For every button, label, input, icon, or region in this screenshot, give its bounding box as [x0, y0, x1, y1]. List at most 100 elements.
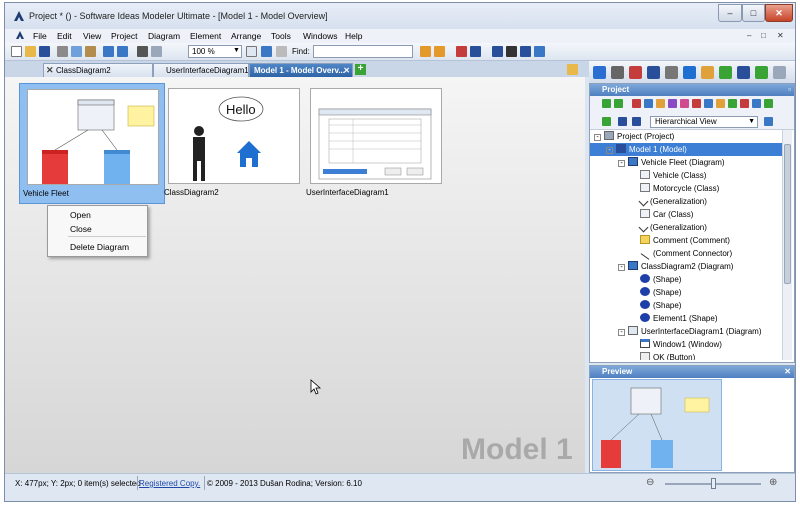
panel-close-icon[interactable]: ✕	[784, 366, 791, 378]
panel-pin-icon[interactable]: ▫	[788, 84, 791, 96]
size-icon[interactable]	[534, 46, 545, 57]
group-icon[interactable]	[456, 46, 467, 57]
tree-node[interactable]: Vehicle (Class)	[590, 169, 782, 182]
menu-tools[interactable]: Tools	[271, 31, 291, 41]
tree-view-mode-select[interactable]: Hierarchical View ▼	[650, 116, 758, 128]
toolbox-layers-icon[interactable]	[737, 66, 750, 79]
tree-collapse-icon[interactable]: -	[606, 147, 613, 154]
settings-gear-icon[interactable]	[506, 46, 517, 57]
tree-node[interactable]: (Generalization)	[590, 195, 782, 208]
refresh-icon[interactable]	[602, 117, 611, 126]
print-preview-icon[interactable]	[151, 46, 162, 57]
tab-model-overview[interactable]: Model 1 - Model Overv... ✕	[249, 63, 353, 77]
tab-close-icon[interactable]: ✕	[343, 64, 350, 77]
mdi-minimize-button[interactable]: –	[747, 31, 751, 40]
add-mindmap-icon[interactable]	[740, 99, 749, 108]
toolbox-chart-icon[interactable]	[719, 66, 732, 79]
add-usecase-diagram-icon[interactable]	[656, 99, 665, 108]
arrange-front-icon[interactable]	[420, 46, 431, 57]
add-diagram-icon[interactable]	[632, 99, 641, 108]
tree-node[interactable]: OK (Button)	[590, 351, 782, 360]
print-icon[interactable]	[137, 46, 148, 57]
tab-menu-icon[interactable]	[567, 64, 578, 75]
add-er-diagram-icon[interactable]	[716, 99, 725, 108]
tab-userinterfacediagram1[interactable]: UserInterfaceDiagram1	[153, 63, 249, 77]
model-overview-canvas[interactable]: Vehicle Fleet Hello ClassDiagram2 UserIn…	[5, 77, 585, 473]
tree-node[interactable]: Window1 (Window)	[590, 338, 782, 351]
tree-node[interactable]: - UserInterfaceDiagram1 (Diagram)	[590, 325, 782, 338]
maximize-button[interactable]: □	[742, 4, 765, 22]
align-icon[interactable]	[261, 46, 272, 57]
tree-node[interactable]: Comment (Comment)	[590, 234, 782, 247]
tab-close-icon[interactable]: ✕	[46, 64, 54, 77]
toolbox-check-icon[interactable]	[755, 66, 768, 79]
add-class-diagram-icon[interactable]	[644, 99, 653, 108]
zoom-slider-handle[interactable]	[711, 478, 716, 489]
menu-windows[interactable]: Windows	[303, 31, 337, 41]
zoom-out-icon[interactable]: ⊖	[646, 477, 654, 488]
menu-edit[interactable]: Edit	[57, 31, 72, 41]
tree-node[interactable]: (Generalization)	[590, 221, 782, 234]
cut-icon[interactable]	[57, 46, 68, 57]
ungroup-icon[interactable]	[470, 46, 481, 57]
tree-collapse-icon[interactable]: -	[618, 160, 625, 167]
new-file-icon[interactable]	[11, 46, 22, 57]
add-sequence-diagram-icon[interactable]	[692, 99, 701, 108]
menu-arrange[interactable]: Arrange	[231, 31, 261, 41]
close-button[interactable]: ✕	[765, 4, 793, 22]
menu-help[interactable]: Help	[345, 31, 362, 41]
menu-element[interactable]: Element	[190, 31, 221, 41]
scrollbar-thumb[interactable]	[784, 144, 791, 284]
toolbox-diagram-icon[interactable]	[593, 66, 606, 79]
toolbox-colors-icon[interactable]	[701, 66, 714, 79]
toolbox-relations-icon[interactable]	[629, 66, 642, 79]
toolbox-function-icon[interactable]	[683, 66, 696, 79]
save-icon[interactable]	[39, 46, 50, 57]
snap-icon[interactable]	[276, 46, 287, 57]
add-flowchart-icon[interactable]	[728, 99, 737, 108]
tree-node[interactable]: (Shape)	[590, 286, 782, 299]
tree-node[interactable]: - ClassDiagram2 (Diagram)	[590, 260, 782, 273]
preview-viewport[interactable]	[592, 379, 722, 471]
filter-icon[interactable]	[764, 117, 773, 126]
add-state-diagram-icon[interactable]	[680, 99, 689, 108]
menu-view[interactable]: View	[83, 31, 101, 41]
tree-node[interactable]: Car (Class)	[590, 208, 782, 221]
add-model-icon[interactable]	[602, 99, 611, 108]
toolbox-class-icon[interactable]	[647, 66, 660, 79]
paste-icon[interactable]	[85, 46, 96, 57]
add-activity-diagram-icon[interactable]	[668, 99, 677, 108]
arrange-back-icon[interactable]	[434, 46, 445, 57]
toolbox-more-icon[interactable]	[773, 66, 786, 79]
copy-icon[interactable]	[71, 46, 82, 57]
tree-node[interactable]: (Comment Connector)	[590, 247, 782, 260]
tab-classdiagram2[interactable]: ✕ ClassDiagram2	[43, 63, 153, 77]
grid-icon[interactable]	[246, 46, 257, 57]
find-input[interactable]	[313, 45, 413, 58]
add-component-diagram-icon[interactable]	[704, 99, 713, 108]
diagram-thumbnail-vehicle-fleet[interactable]: Vehicle Fleet	[19, 83, 165, 204]
registered-copy-link[interactable]: Registered Copy.	[139, 479, 200, 488]
open-folder-icon[interactable]	[25, 46, 36, 57]
tree-node[interactable]: (Shape)	[590, 273, 782, 286]
minimize-button[interactable]: –	[718, 4, 742, 22]
project-tree-scrollbar[interactable]	[782, 130, 792, 360]
tree-options-icon[interactable]	[632, 117, 641, 126]
tree-collapse-icon[interactable]: -	[594, 134, 601, 141]
distribute-icon[interactable]	[520, 46, 531, 57]
chevron-down-icon[interactable]: ▼	[233, 47, 240, 54]
mdi-close-button[interactable]: ✕	[777, 31, 784, 40]
app-menu-icon[interactable]	[15, 30, 25, 40]
tree-collapse-icon[interactable]: -	[618, 264, 625, 271]
mdi-restore-button[interactable]: □	[761, 31, 766, 40]
tree-node[interactable]: - Project (Project)	[590, 130, 782, 143]
tree-node[interactable]: - Model 1 (Model)	[590, 143, 782, 156]
tree-collapse-icon[interactable]: -	[618, 329, 625, 336]
menu-file[interactable]: File	[33, 31, 47, 41]
sort-icon[interactable]	[618, 117, 627, 126]
context-menu-open[interactable]: Open	[70, 210, 91, 220]
context-menu-close[interactable]: Close	[70, 224, 92, 234]
add-ui-diagram-icon[interactable]	[752, 99, 761, 108]
menu-project[interactable]: Project	[111, 31, 137, 41]
tree-node[interactable]: Motorcycle (Class)	[590, 182, 782, 195]
